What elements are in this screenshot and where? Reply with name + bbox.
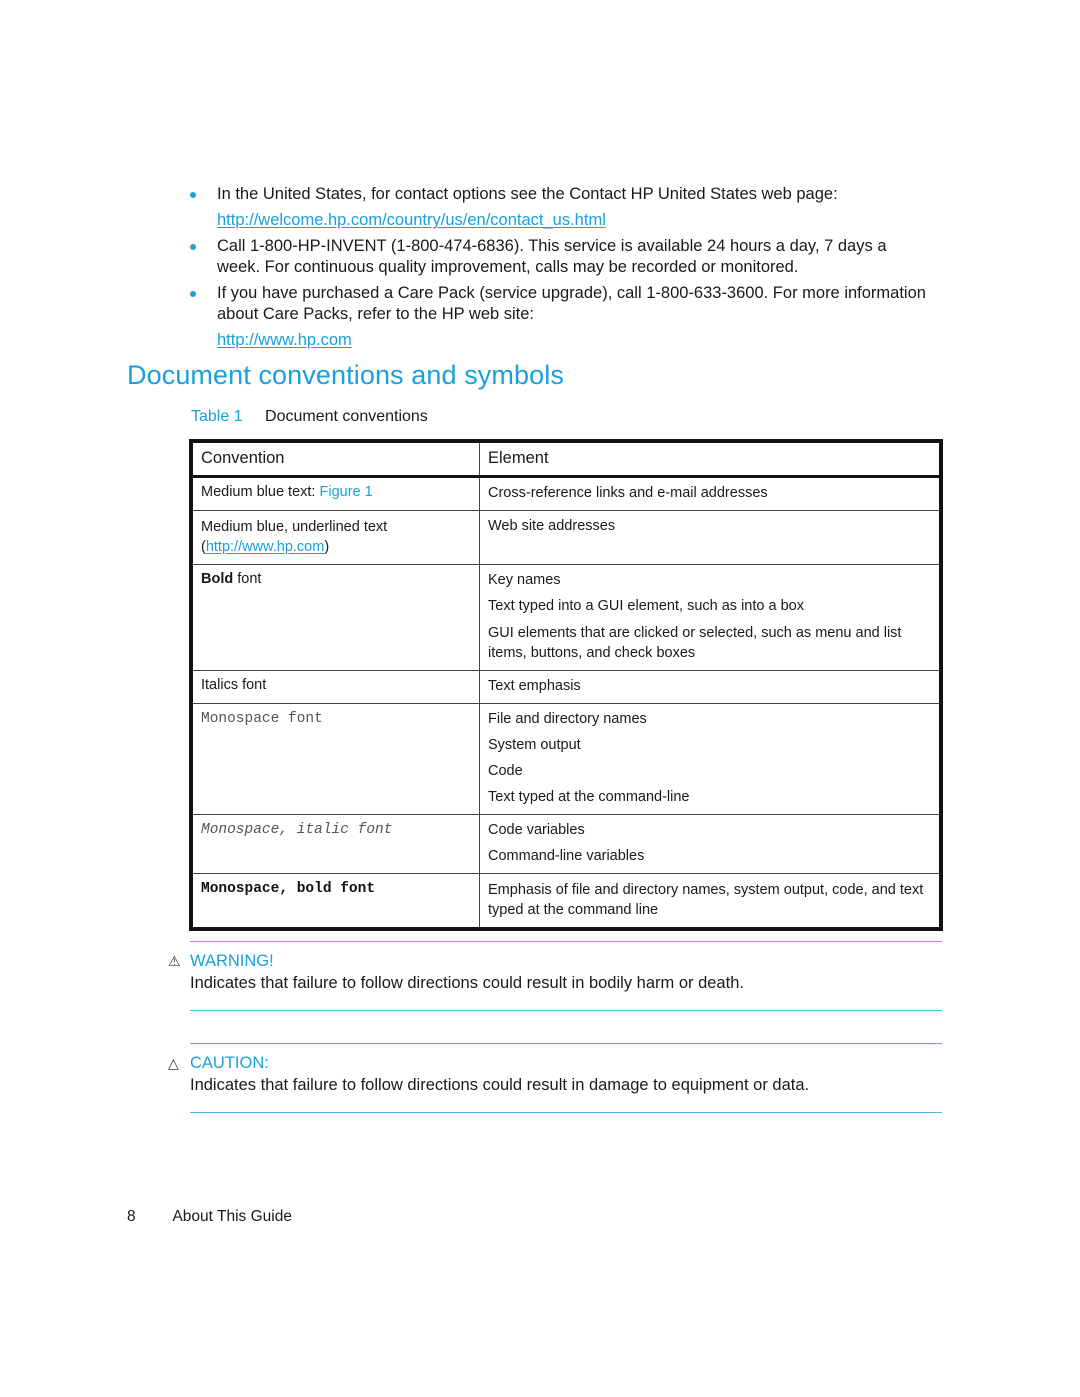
- bullet-text: If you have purchased a Care Pack (servi…: [217, 284, 926, 323]
- notice-divider-top: [190, 1043, 942, 1044]
- convention-cell: Bold font: [190, 564, 480, 671]
- convention-mono-text: Monospace font: [201, 711, 323, 727]
- element-text: Text typed into a GUI element, such as i…: [488, 598, 804, 614]
- element-text: Command-line variables: [488, 848, 645, 864]
- contact-us-link[interactable]: http://welcome.hp.com/country/us/en/cont…: [217, 210, 930, 231]
- bullet-item: In the United States, for contact option…: [190, 184, 930, 231]
- caution-label: △ CAUTION:: [168, 1054, 269, 1073]
- element-text: Web site addresses: [488, 518, 616, 534]
- element-cell: File and directory names System output C…: [479, 703, 942, 815]
- element-cell: Emphasis of file and directory names, sy…: [479, 873, 942, 930]
- element-text: GUI elements that are clicked or selecte…: [488, 625, 902, 661]
- bullet-dot-icon: [190, 291, 196, 297]
- bullet-text: Call 1-800-HP-INVENT (1-800-474-6836). T…: [217, 237, 887, 276]
- table-row: Monospace, italic font Code variables Co…: [190, 814, 942, 874]
- table-row: Italics font Text emphasis: [190, 670, 942, 704]
- convention-text: Medium blue text:: [201, 484, 320, 500]
- convention-cell: Medium blue, underlined text (http://www…: [190, 510, 480, 565]
- convention-text: Italics font: [201, 677, 267, 693]
- convention-mono-italic-text: Monospace, italic font: [201, 822, 393, 838]
- warning-notice: ⚠ WARNING! Indicates that failure to foll…: [168, 941, 942, 1011]
- element-cell: Text emphasis: [479, 670, 942, 704]
- contact-bullet-list: In the United States, for contact option…: [190, 184, 930, 356]
- table-caption: Table 1 Document conventions: [191, 408, 428, 426]
- notice-divider-bottom: [190, 1010, 942, 1011]
- convention-cell: Monospace, italic font: [190, 814, 480, 874]
- warning-text: Indicates that failure to follow directi…: [190, 974, 744, 992]
- chapter-title: About This Guide: [172, 1208, 292, 1225]
- element-text: Text emphasis: [488, 678, 581, 694]
- header-element: Element: [479, 440, 942, 478]
- element-cell: Cross-reference links and e-mail address…: [479, 476, 942, 511]
- hp-com-example-link[interactable]: http://www.hp.com: [206, 539, 324, 555]
- section-heading: Document conventions and symbols: [127, 360, 564, 390]
- convention-bold-text: Bold: [201, 571, 234, 587]
- convention-cell: Monospace font: [190, 703, 480, 815]
- convention-mono-bold-text: Monospace, bold font: [201, 881, 376, 897]
- convention-cell: Monospace, bold font: [190, 873, 480, 930]
- table-number: Table 1: [191, 408, 243, 425]
- element-text: File and directory names: [488, 711, 647, 727]
- figure-1-link[interactable]: Figure 1: [319, 484, 372, 500]
- table-row: Medium blue, underlined text (http://www…: [190, 510, 942, 565]
- bullet-item: Call 1-800-HP-INVENT (1-800-474-6836). T…: [190, 236, 930, 278]
- table-row: Monospace font File and directory names …: [190, 703, 942, 815]
- element-text: Key names: [488, 572, 561, 588]
- bullet-dot-icon: [190, 244, 196, 250]
- element-cell: Key names Text typed into a GUI element,…: [479, 564, 942, 671]
- element-text: Emphasis of file and directory names, sy…: [488, 882, 924, 918]
- caution-label-text: CAUTION:: [190, 1054, 269, 1072]
- bullet-dot-icon: [190, 192, 196, 198]
- table-title: Document conventions: [265, 408, 428, 425]
- page-number: 8: [127, 1208, 136, 1225]
- notice-divider-bottom: [190, 1112, 942, 1113]
- warning-label-text: WARNING!: [190, 952, 274, 970]
- caution-text: Indicates that failure to follow directi…: [190, 1076, 810, 1094]
- document-conventions-table: Convention Element Medium blue text: Fig…: [189, 439, 943, 931]
- convention-text: font: [233, 571, 262, 587]
- convention-cell: Medium blue text: Figure 1: [190, 476, 480, 511]
- bullet-text: In the United States, for contact option…: [217, 185, 838, 203]
- element-text: Text typed at the command-line: [488, 789, 690, 805]
- hp-website-link[interactable]: http://www.hp.com: [217, 330, 930, 351]
- element-text: Cross-reference links and e-mail address…: [488, 485, 768, 501]
- table-row: Monospace, bold font Emphasis of file an…: [190, 873, 942, 930]
- element-text: Code variables: [488, 822, 585, 838]
- convention-cell: Italics font: [190, 670, 480, 704]
- warning-label: ⚠ WARNING!: [168, 952, 274, 971]
- caution-notice: △ CAUTION: Indicates that failure to foll…: [168, 1043, 942, 1113]
- notice-divider-top: [190, 941, 942, 942]
- warning-triangle-icon: ⚠: [168, 953, 181, 969]
- element-cell: Code variables Command-line variables: [479, 814, 942, 874]
- table-row: Bold font Key names Text typed into a GU…: [190, 564, 942, 671]
- caution-triangle-icon: △: [168, 1055, 179, 1071]
- convention-text: Medium blue, underlined text: [201, 519, 388, 535]
- element-text: System output: [488, 737, 581, 753]
- table-row: Medium blue text: Figure 1 Cross-referen…: [190, 476, 942, 511]
- element-cell: Web site addresses: [479, 510, 942, 565]
- bullet-item: If you have purchased a Care Pack (servi…: [190, 283, 930, 351]
- element-text: Code: [488, 763, 523, 779]
- table-header-row: Convention Element: [190, 440, 942, 478]
- header-convention: Convention: [190, 440, 480, 478]
- page-footer: 8 About This Guide: [127, 1208, 292, 1226]
